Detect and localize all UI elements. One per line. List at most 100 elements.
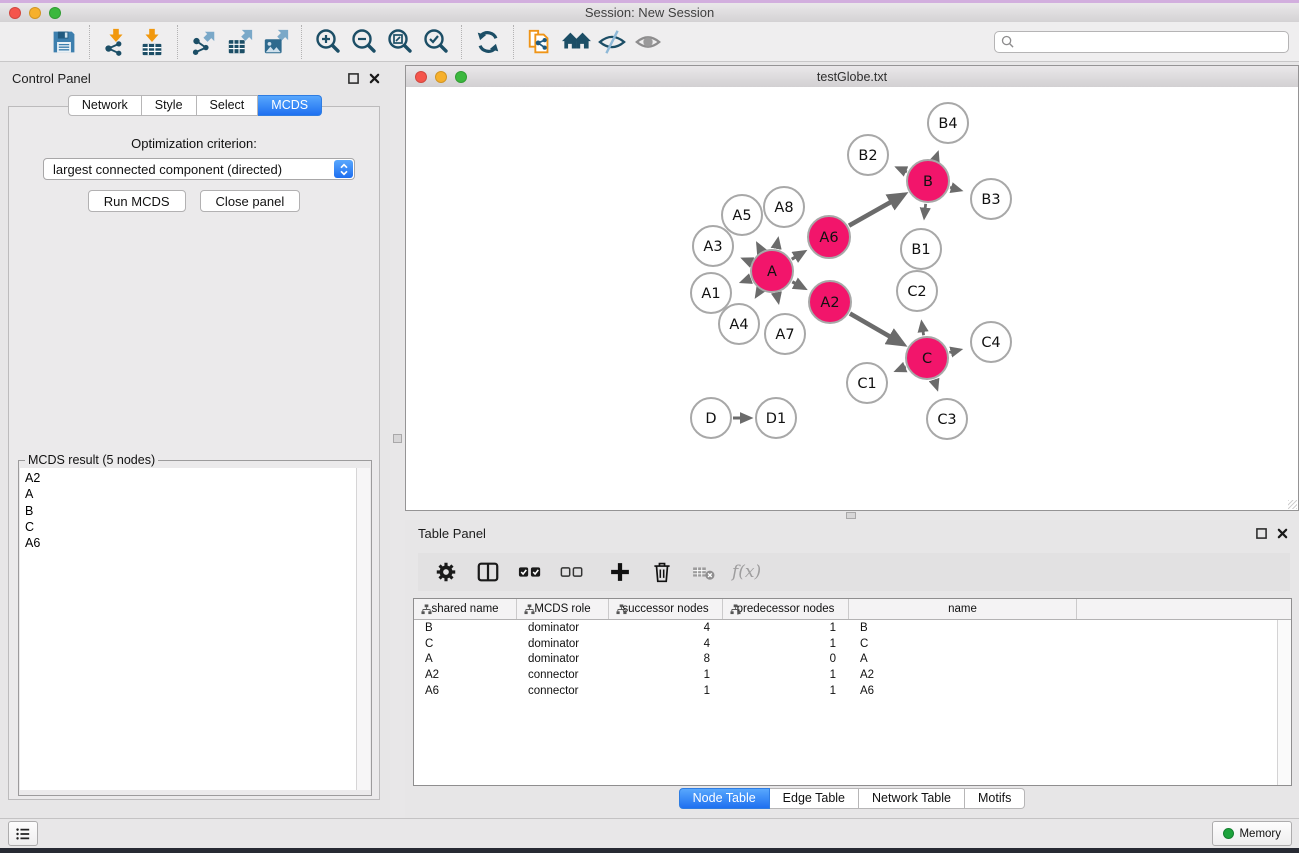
graph-node-A[interactable]: A	[751, 250, 793, 292]
column-header-MCDS-role[interactable]: MCDS role	[517, 599, 609, 619]
graph-edge-A-A3[interactable]	[743, 259, 750, 262]
run-mcds-button[interactable]: Run MCDS	[88, 190, 186, 212]
zoom-fit-button[interactable]	[382, 24, 418, 60]
open-session-button[interactable]	[10, 24, 46, 60]
graph-node-A1[interactable]: A1	[691, 273, 731, 313]
search-input[interactable]	[1018, 34, 1288, 50]
graph-node-C1[interactable]: C1	[847, 363, 887, 403]
graph-node-A7[interactable]: A7	[765, 314, 805, 354]
zoom-selected-button[interactable]	[418, 24, 454, 60]
column-header-name[interactable]: name	[849, 599, 1077, 619]
zoom-in-button[interactable]	[310, 24, 346, 60]
home-view-button[interactable]	[558, 24, 594, 60]
graph-edge-A-A5[interactable]	[758, 244, 762, 251]
graph-edge-B-B2[interactable]	[897, 168, 907, 172]
horizontal-splitter-handle[interactable]	[846, 512, 856, 519]
graph-edge-A-A2[interactable]	[792, 282, 804, 288]
function-builder-button[interactable]: f(x)	[732, 562, 761, 582]
export-table-button[interactable]	[222, 24, 258, 60]
close-panel-icon[interactable]	[369, 73, 380, 84]
graph-edge-A-A7[interactable]	[777, 294, 779, 302]
graph-edge-C-C3[interactable]	[934, 380, 937, 389]
graph-node-C[interactable]: C	[906, 337, 948, 379]
tab-network[interactable]: Network	[68, 95, 142, 116]
table-tab-edge-table[interactable]: Edge Table	[770, 788, 859, 809]
table-tab-node-table[interactable]: Node Table	[679, 788, 770, 809]
table-row[interactable]: Adominator80A	[414, 652, 1291, 668]
graph-node-A8[interactable]: A8	[764, 187, 804, 227]
delete-column-button[interactable]	[648, 558, 676, 586]
graph-edge-A-A6[interactable]	[792, 252, 804, 259]
table-row[interactable]: A2connector11A2	[414, 667, 1291, 683]
mcds-result-item[interactable]: A6	[25, 535, 357, 551]
table-row[interactable]: Bdominator41B	[414, 620, 1291, 636]
column-header-successor-nodes[interactable]: successor nodes	[609, 599, 723, 619]
tab-style[interactable]: Style	[142, 95, 197, 116]
tab-select[interactable]: Select	[197, 95, 259, 116]
table-row[interactable]: A6connector11A6	[414, 683, 1291, 699]
graph-node-C2[interactable]: C2	[897, 271, 937, 311]
graph-edge-B-B3[interactable]	[950, 187, 960, 190]
clone-network-button[interactable]	[522, 24, 558, 60]
graph-edge-A-A1[interactable]	[742, 279, 750, 282]
vertical-splitter-handle[interactable]	[393, 434, 402, 443]
graph-node-D1[interactable]: D1	[756, 398, 796, 438]
graph-node-A2[interactable]: A2	[809, 281, 851, 323]
graph-node-B3[interactable]: B3	[971, 179, 1011, 219]
mcds-result-item[interactable]: B	[25, 503, 357, 519]
mcds-result-item[interactable]: A2	[25, 470, 357, 486]
window-resize-corner[interactable]	[1288, 500, 1297, 509]
mcds-result-item[interactable]: A	[25, 486, 357, 502]
graph-node-A4[interactable]: A4	[719, 304, 759, 344]
close-panel-button[interactable]: Close panel	[200, 190, 301, 212]
graph-edge-A6-B[interactable]	[849, 195, 904, 226]
result-scrollbar[interactable]	[356, 468, 370, 790]
delete-table-button[interactable]	[690, 558, 718, 586]
graph-edge-A-A8[interactable]	[776, 239, 778, 248]
graph-node-D[interactable]: D	[691, 398, 731, 438]
graph-node-B2[interactable]: B2	[848, 135, 888, 175]
table-scrollbar[interactable]	[1277, 620, 1291, 785]
graph-node-A6[interactable]: A6	[808, 216, 850, 258]
graph-node-A3[interactable]: A3	[693, 226, 733, 266]
column-manager-button[interactable]	[474, 558, 502, 586]
float-panel-icon[interactable]	[348, 73, 359, 84]
table-options-button[interactable]	[432, 558, 460, 586]
task-history-button[interactable]	[8, 821, 38, 846]
graph-edge-B-B4[interactable]	[935, 153, 937, 159]
graph-edge-C-C1[interactable]	[897, 367, 906, 371]
network-window-titlebar[interactable]: testGlobe.txt	[406, 66, 1298, 88]
graph-node-A5[interactable]: A5	[722, 195, 762, 235]
graph-edge-A2-C[interactable]	[850, 313, 903, 344]
save-session-button[interactable]	[46, 24, 82, 60]
graph-edge-A-A4[interactable]	[756, 291, 759, 296]
export-network-button[interactable]	[186, 24, 222, 60]
tab-mcds[interactable]: MCDS	[258, 95, 322, 116]
table-tab-motifs[interactable]: Motifs	[965, 788, 1025, 809]
import-network-button[interactable]	[98, 24, 134, 60]
column-header-shared-name[interactable]: shared name	[414, 599, 517, 619]
deselect-all-button[interactable]	[558, 558, 586, 586]
import-table-button[interactable]	[134, 24, 170, 60]
graph-node-B1[interactable]: B1	[901, 229, 941, 269]
add-column-button[interactable]	[606, 558, 634, 586]
float-panel-icon[interactable]	[1256, 528, 1267, 539]
optimization-dropdown[interactable]: largest connected component (directed)	[43, 158, 355, 180]
select-all-button[interactable]	[516, 558, 544, 586]
graph-edge-C-C4[interactable]	[949, 350, 960, 353]
network-canvas[interactable]: AA1A2A3A4A5A6A7A8BB1B2B3B4CC1C2C3C4DD1	[406, 87, 1298, 510]
graph-edge-C-C2[interactable]	[922, 323, 924, 336]
memory-button[interactable]: Memory	[1212, 821, 1292, 846]
graph-node-B4[interactable]: B4	[928, 103, 968, 143]
close-panel-icon[interactable]	[1277, 528, 1288, 539]
export-image-button[interactable]	[258, 24, 294, 60]
mcds-result-item[interactable]: C	[25, 519, 357, 535]
search-box[interactable]	[994, 31, 1289, 53]
refresh-button[interactable]	[470, 24, 506, 60]
table-row[interactable]: Cdominator41C	[414, 636, 1291, 652]
column-header-predecessor-nodes[interactable]: predecessor nodes	[723, 599, 849, 619]
mcds-result-list[interactable]: A2ABCA6	[20, 468, 357, 790]
graph-edge-B-B1[interactable]	[924, 204, 925, 217]
graph-node-C4[interactable]: C4	[971, 322, 1011, 362]
graph-node-C3[interactable]: C3	[927, 399, 967, 439]
